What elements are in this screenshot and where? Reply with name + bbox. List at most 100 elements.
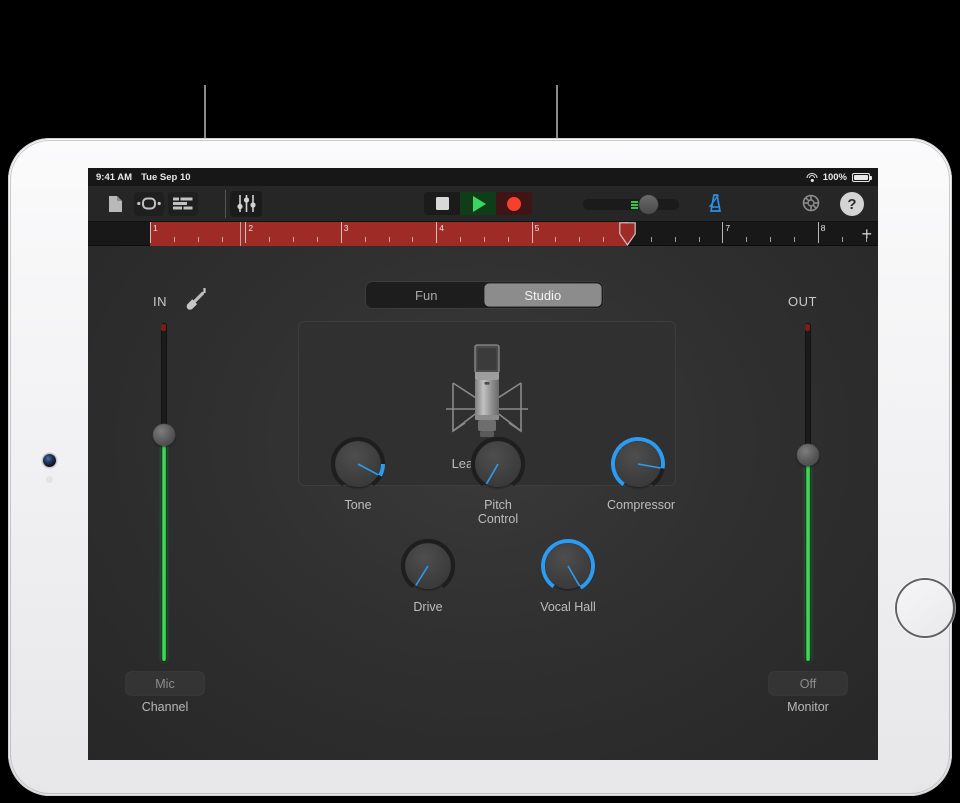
- monitor-button[interactable]: Off: [769, 672, 847, 695]
- ruler-beat-tick: [579, 237, 581, 242]
- gear-icon[interactable]: [800, 192, 824, 216]
- input-fader-fill: [162, 435, 166, 661]
- knob-drive[interactable]: Drive: [397, 537, 459, 614]
- ruler-bar-tick: [817, 222, 819, 243]
- stop-button[interactable]: [424, 192, 460, 215]
- audio-plug-icon[interactable]: [184, 286, 210, 312]
- add-track-button[interactable]: +: [861, 224, 872, 245]
- help-button[interactable]: ?: [840, 192, 864, 216]
- transport-controls: [424, 192, 532, 215]
- ipad-screen: 9:41 AM Tue Sep 10 100% ? 1 2 3 4 5 7 8 …: [88, 168, 878, 760]
- ruler-bar-label: 3: [343, 223, 349, 233]
- ruler-beat-tick: [269, 237, 271, 242]
- ruler-bar-label: 5: [534, 223, 540, 233]
- ambient-sensor: [46, 476, 53, 483]
- playhead-line: [240, 222, 241, 246]
- knob-pitch-control[interactable]: Pitch Control: [467, 435, 529, 526]
- ruler-bar-label: 1: [153, 223, 158, 233]
- ruler-beat-tick: [650, 237, 652, 242]
- output-fader-top-cap: [805, 324, 811, 331]
- ruler-beat-tick: [483, 237, 485, 242]
- channel-caption: Channel: [141, 700, 189, 714]
- track-list-icon[interactable]: [168, 191, 198, 216]
- output-fader-fill: [806, 455, 810, 661]
- cycle-region[interactable]: [150, 222, 627, 246]
- input-label: IN: [153, 294, 167, 309]
- knob-vocal-hall[interactable]: Vocal Hall: [537, 537, 599, 614]
- ruler-beat-tick: [293, 237, 295, 242]
- knob-dial[interactable]: [609, 435, 667, 493]
- ruler-bar-tick: [340, 222, 342, 243]
- ruler-bar-tick: [245, 222, 247, 243]
- front-camera: [43, 454, 56, 467]
- level-meter-icon: [631, 201, 638, 209]
- status-bar: 9:41 AM Tue Sep 10 100%: [88, 168, 878, 186]
- knob-tone[interactable]: Tone: [327, 435, 389, 512]
- ruler-bar-tick: [531, 222, 533, 243]
- output-fader-thumb[interactable]: [797, 444, 819, 467]
- knob-dial[interactable]: [469, 435, 527, 493]
- ruler-beat-tick: [173, 237, 175, 242]
- ruler-beat-tick: [770, 237, 772, 242]
- ruler-beat-tick: [674, 237, 676, 242]
- battery-icon: [852, 172, 872, 182]
- ruler-beat-tick: [555, 237, 557, 242]
- ruler-beat-tick: [364, 237, 366, 242]
- ruler-beat-tick: [316, 237, 318, 242]
- master-volume-thumb[interactable]: [639, 195, 658, 214]
- ruler-beat-tick: [412, 237, 414, 242]
- ruler-bar-label: 7: [725, 223, 731, 233]
- knob-label: Tone: [344, 498, 372, 512]
- ruler-bar-tick: [722, 222, 724, 243]
- ruler-beat-tick: [793, 237, 795, 242]
- ruler-bar-tick: [436, 222, 438, 243]
- screenshot-root: 9:41 AM Tue Sep 10 100% ? 1 2 3 4 5 7 8 …: [0, 0, 960, 803]
- output-level-fader[interactable]: [797, 324, 819, 661]
- battery-percent: 100%: [822, 171, 847, 183]
- ruler-bar-label: 8: [820, 223, 826, 233]
- wifi-icon: [806, 172, 818, 182]
- ruler-bar-label: 2: [248, 223, 254, 233]
- loop-browser-icon[interactable]: [134, 191, 164, 216]
- home-button[interactable]: [897, 580, 953, 636]
- play-icon: [473, 195, 486, 212]
- ruler-beat-tick: [507, 237, 509, 242]
- ruler-bar-label: 4: [439, 223, 444, 233]
- ruler-beat-tick: [746, 237, 748, 242]
- input-level-fader[interactable]: [153, 324, 175, 661]
- ruler-beat-tick: [698, 237, 700, 242]
- knob-compressor[interactable]: Compressor: [607, 435, 676, 512]
- play-button[interactable]: [460, 192, 496, 215]
- input-fader-thumb[interactable]: [153, 424, 175, 447]
- record-button[interactable]: [496, 192, 532, 215]
- segment-studio[interactable]: Studio: [484, 284, 601, 306]
- knob-dial[interactable]: [539, 537, 597, 595]
- knob-label: Compressor: [607, 498, 676, 512]
- ruler-beat-tick: [388, 237, 390, 242]
- master-volume-slider[interactable]: [583, 195, 679, 214]
- timeline-ruler[interactable]: 12345678 +: [88, 222, 878, 247]
- status-date: Tue Sep 10: [141, 171, 191, 183]
- knob-label: Vocal Hall: [540, 600, 596, 614]
- stop-icon: [435, 197, 449, 210]
- ruler-bar-tick: [150, 222, 151, 243]
- knob-dial[interactable]: [399, 537, 457, 595]
- segment-fun[interactable]: Fun: [368, 284, 485, 306]
- sound-category-segmented-control[interactable]: Fun Studio: [366, 282, 603, 308]
- ruler-beat-tick: [603, 237, 605, 242]
- app-toolbar: ?: [88, 186, 878, 222]
- ruler-beat-tick: [460, 237, 462, 242]
- monitor-caption: Monitor: [787, 700, 829, 714]
- cycle-end-marker[interactable]: [619, 222, 636, 247]
- document-icon[interactable]: [100, 192, 130, 216]
- toolbar-divider: [225, 190, 226, 218]
- output-label: OUT: [788, 294, 817, 309]
- knob-dial[interactable]: [329, 435, 387, 493]
- mixer-faders-icon[interactable]: [230, 190, 262, 217]
- ruler-beat-tick: [841, 237, 843, 242]
- metronome-icon[interactable]: [703, 192, 727, 216]
- channel-button[interactable]: Mic: [126, 672, 204, 695]
- status-time: 9:41 AM: [96, 171, 133, 183]
- record-icon: [507, 196, 521, 211]
- input-fader-top-cap: [161, 324, 167, 331]
